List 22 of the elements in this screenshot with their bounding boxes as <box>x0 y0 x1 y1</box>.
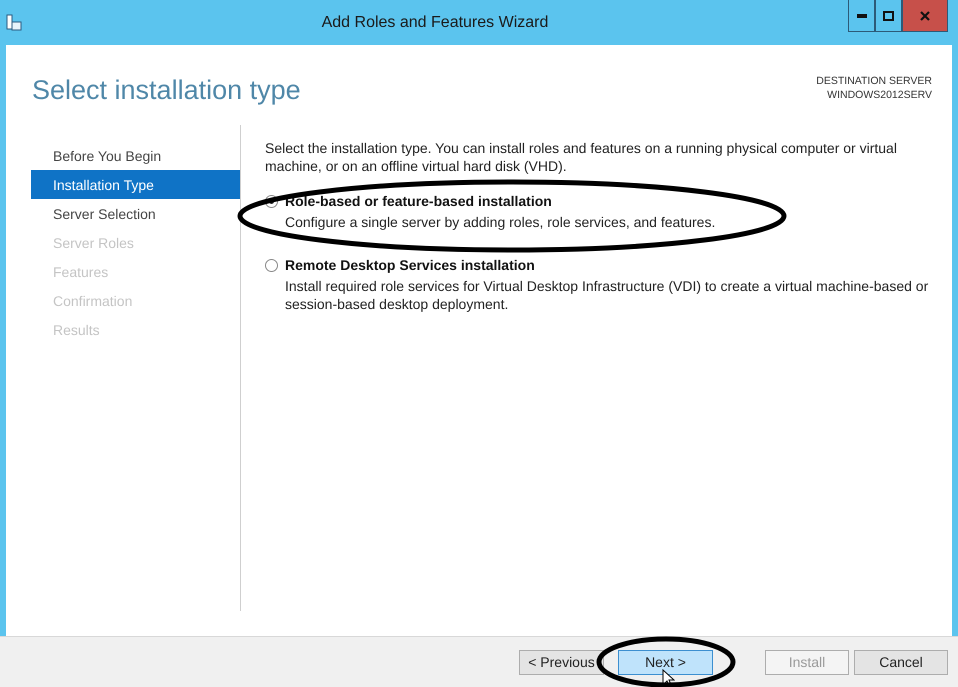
minimize-button[interactable] <box>848 0 875 32</box>
minimize-icon <box>856 14 866 18</box>
close-button[interactable] <box>902 0 948 32</box>
radio-button[interactable] <box>265 258 278 272</box>
sidebar-item[interactable]: Server Selection <box>31 199 240 228</box>
sidebar-item[interactable]: Before You Begin <box>31 141 240 170</box>
server-icon <box>6 14 22 32</box>
wizard-button[interactable]: < Previous <box>519 650 604 674</box>
server-name: WINDOWS2012SERV <box>827 89 932 101</box>
window-title: Add Roles and Features Wizard <box>320 14 550 32</box>
sidebar-item[interactable]: Installation Type <box>31 170 240 199</box>
option-description: Configure a single server by adding roles, role services, and features. <box>284 213 716 231</box>
option-description: Install required role services for Virtual Desktop Infrastructure (VDI) to create a virtual machine-based or session-based desktop deployment. <box>284 277 930 313</box>
maximize-icon <box>883 10 894 20</box>
close-icon <box>920 10 930 20</box>
option-label[interactable]: Remote Desktop Services installation <box>285 257 535 273</box>
wizard-button[interactable]: Cancel <box>854 650 948 674</box>
maximize-button[interactable] <box>875 0 902 32</box>
wizard-button[interactable]: Next > <box>618 650 713 674</box>
intro-text: Select the installation type. You can install roles and features on a running physical computer or virtual machine, or on an offline virtual hard disk (VHD). <box>265 139 898 175</box>
page-title: Select installation type <box>32 75 301 107</box>
destination-label: DESTINATION SERVER <box>816 75 932 87</box>
